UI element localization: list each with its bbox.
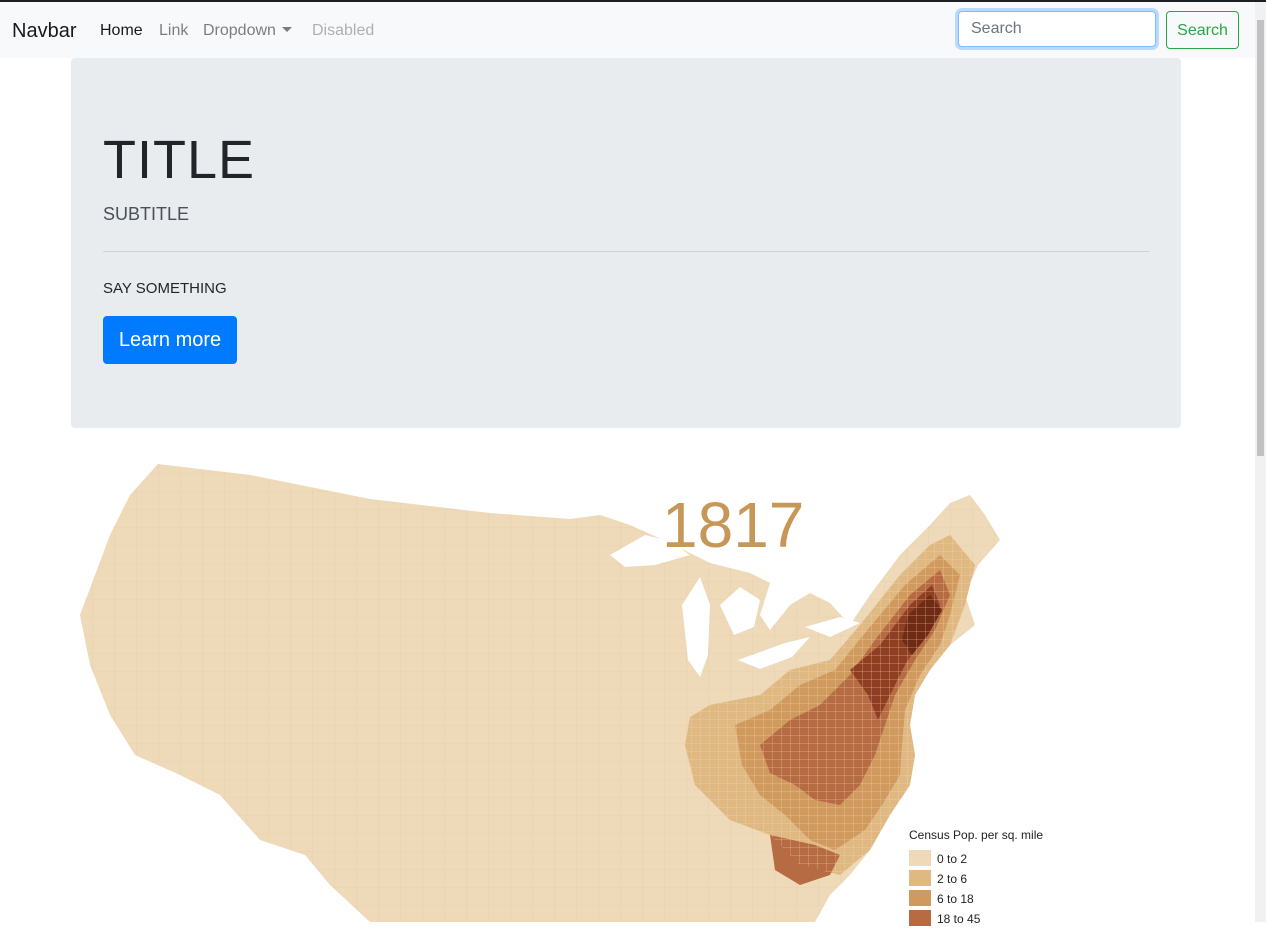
navbar-brand[interactable]: Navbar	[12, 20, 76, 42]
search-input[interactable]	[958, 11, 1156, 47]
legend-label: 0 to 2	[937, 852, 968, 866]
legend-swatch	[909, 870, 931, 886]
legend-swatch	[909, 850, 931, 866]
legend-item: 6 to 18	[909, 890, 1109, 910]
legend-item: 0 to 2	[909, 850, 1109, 870]
legend-swatch	[909, 890, 931, 906]
page-subtitle: SUBTITLE	[103, 204, 190, 224]
page-scrollbar[interactable]	[1255, 2, 1266, 922]
lead-text: SAY SOMETHING	[103, 280, 227, 297]
nav-link-disabled: Disabled	[312, 22, 375, 39]
navbar: Navbar Home Link Dropdown Disabled Searc…	[0, 2, 1255, 58]
legend-label: 2 to 6	[937, 872, 968, 886]
jumbotron: TITLE SUBTITLE SAY SOMETHING Learn more	[71, 58, 1181, 428]
scrollbar-thumb[interactable]	[1257, 20, 1264, 456]
caret-down-icon	[281, 27, 292, 32]
nav-dropdown-label: Dropdown	[203, 22, 276, 39]
legend-item: 18 to 45	[909, 910, 1109, 930]
legend-title: Census Pop. per sq. mile	[909, 828, 1044, 842]
legend-label: 6 to 18	[937, 892, 974, 906]
divider	[103, 251, 1149, 252]
page-title: TITLE	[103, 130, 256, 190]
nav-link-link[interactable]: Link	[159, 22, 188, 40]
learn-more-button[interactable]: Learn more	[103, 316, 237, 364]
search-button[interactable]: Search	[1166, 11, 1239, 49]
legend-swatch	[909, 910, 931, 926]
legend-label: 18 to 45	[937, 912, 981, 926]
map-legend: Census Pop. per sq. mile 0 to 2 2 to 6 6…	[909, 828, 1109, 930]
year-label: 1817	[662, 489, 805, 561]
legend-item: 2 to 6	[909, 870, 1109, 890]
nav-link-home[interactable]: Home	[100, 22, 143, 40]
nav-dropdown[interactable]: Dropdown	[203, 22, 292, 40]
